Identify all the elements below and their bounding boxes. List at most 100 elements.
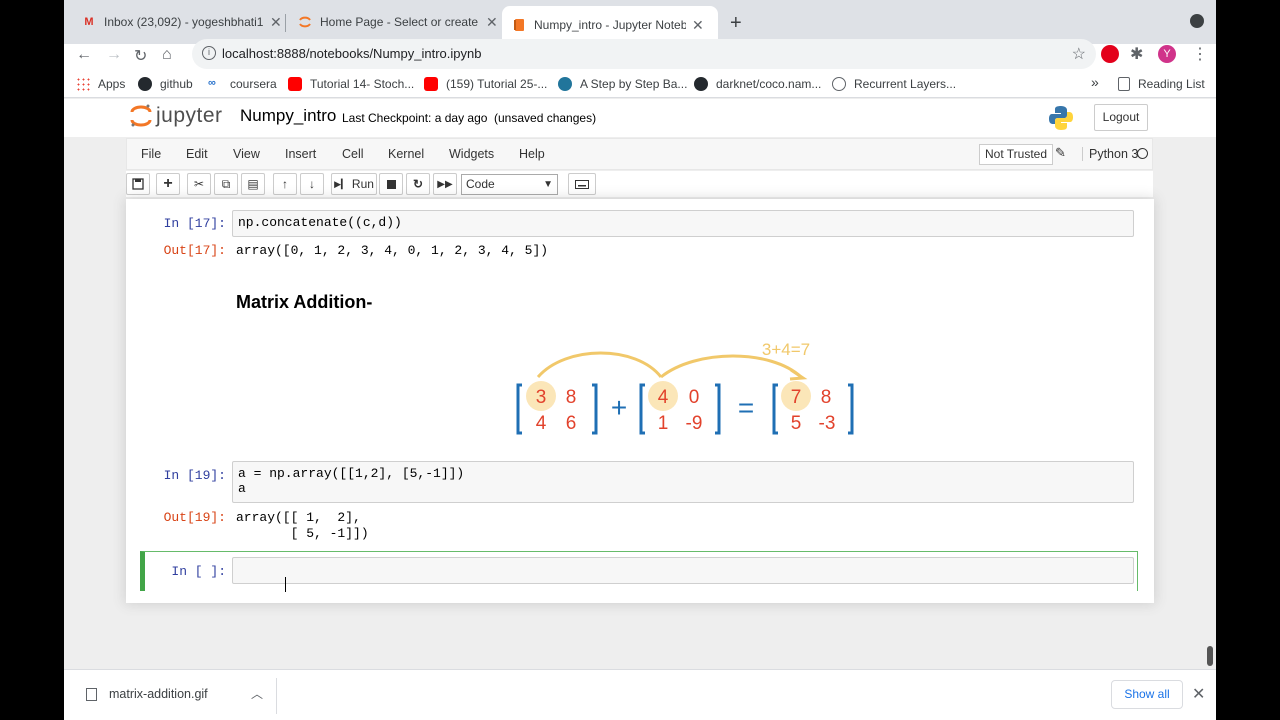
- code-cell-input[interactable]: a = np.array([[1,2], [5,-1]]) a: [232, 461, 1134, 503]
- arrowhead-icon: [789, 368, 808, 381]
- arrow-arc-right: [660, 354, 803, 379]
- bracket-right: [715, 383, 721, 435]
- address-bar[interactable]: i localhost:8888/notebooks/Numpy_intro.i…: [192, 39, 1096, 69]
- cell-type-select[interactable]: Code ▼: [461, 174, 558, 195]
- close-icon[interactable]: ✕: [1192, 684, 1205, 704]
- reading-list-button[interactable]: Reading List: [1118, 77, 1205, 91]
- restart-icon[interactable]: ↻: [406, 173, 430, 195]
- matrix-value: 6: [566, 413, 577, 434]
- bookmark-darknet[interactable]: darknet/coco.nam...: [694, 77, 821, 91]
- chevron-down-icon: ▼: [543, 179, 553, 190]
- menu-insert[interactable]: Insert: [285, 147, 316, 161]
- extensions-puzzle-icon[interactable]: ✱: [1130, 44, 1143, 64]
- menu-file[interactable]: File: [141, 147, 161, 161]
- bookmark-recurrent-layers[interactable]: Recurrent Layers...: [832, 77, 956, 91]
- autosave-status: (unsaved changes): [494, 111, 597, 125]
- jupyter-header: jupyter Numpy_intro Last Checkpoint: a d…: [64, 99, 1216, 137]
- matrix-value: 3: [536, 387, 547, 408]
- tab-title: Home Page - Select or create a: [320, 15, 480, 29]
- github-icon: [694, 77, 708, 91]
- matrix-value: 5: [791, 413, 802, 434]
- kernel-idle-icon: [1137, 148, 1148, 159]
- menubar: File Edit View Insert Cell Kernel Widget…: [126, 138, 1153, 170]
- download-item[interactable]: matrix-addition.gif: [86, 687, 208, 701]
- move-down-icon[interactable]: ↓: [300, 173, 324, 195]
- tab-jupyter-home[interactable]: Home Page - Select or create a ✕: [288, 8, 508, 36]
- tab-title: Numpy_intro - Jupyter Noteboo: [534, 18, 686, 32]
- fast-forward-icon[interactable]: ▶▶: [433, 173, 457, 195]
- menu-help[interactable]: Help: [519, 147, 545, 161]
- cell-output: array([0, 1, 2, 3, 4, 0, 1, 2, 3, 4, 5]): [236, 243, 549, 258]
- opera-extension-icon[interactable]: [1101, 45, 1119, 63]
- bracket-left: [516, 383, 522, 435]
- matrix-value: 4: [658, 387, 669, 408]
- notebook-name[interactable]: Numpy_intro: [240, 106, 336, 126]
- equals-operator: =: [738, 392, 754, 423]
- cell-output: array([[ 1, 2], [ 5, -1]]): [236, 510, 369, 541]
- logout-button[interactable]: Logout: [1094, 104, 1148, 131]
- matrix-value: 1: [658, 413, 669, 434]
- move-up-icon[interactable]: ↑: [273, 173, 297, 195]
- home-icon[interactable]: ⌂: [162, 46, 172, 64]
- bookmark-coursera[interactable]: ∞ coursera: [208, 77, 277, 91]
- close-icon[interactable]: ✕: [692, 17, 704, 34]
- add-cell-icon[interactable]: +: [156, 173, 180, 195]
- save-icon[interactable]: [126, 173, 150, 195]
- menu-edit[interactable]: Edit: [186, 147, 208, 161]
- chevron-up-icon[interactable]: ︿: [251, 685, 263, 702]
- show-all-button[interactable]: Show all: [1111, 680, 1183, 709]
- tab-gmail[interactable]: M Inbox (23,092) - yogeshbhati1 ✕: [72, 8, 292, 36]
- empty-code-cell-input[interactable]: [232, 557, 1134, 592]
- url-text[interactable]: localhost:8888/notebooks/Numpy_intro.ipy…: [222, 46, 481, 61]
- input-prompt: In [19]:: [163, 468, 226, 483]
- jupyter-logo[interactable]: jupyter: [130, 103, 223, 129]
- bookmark-tutorial-25[interactable]: (159) Tutorial 25-...: [424, 77, 547, 91]
- bookmark-apps[interactable]: Apps: [76, 77, 125, 91]
- scrollbar-thumb[interactable]: [1207, 646, 1213, 666]
- markdown-heading: Matrix Addition-: [236, 292, 373, 312]
- tab-strip: M Inbox (23,092) - yogeshbhati1 ✕ Home P…: [64, 0, 1216, 44]
- menu-widgets[interactable]: Widgets: [449, 147, 494, 161]
- menu-cell[interactable]: Cell: [342, 147, 364, 161]
- back-icon[interactable]: ←: [76, 46, 92, 64]
- trust-indicator[interactable]: Not Trusted: [979, 144, 1054, 165]
- jupyter-logo-icon: [130, 104, 152, 127]
- forward-icon[interactable]: →: [106, 46, 122, 64]
- keyboard-icon[interactable]: [568, 173, 596, 195]
- code-cell-input[interactable]: np.concatenate((c,d)): [232, 210, 1134, 237]
- bookmark-star-icon[interactable]: ☆: [1072, 44, 1086, 64]
- matrix-addition-figure: 3+4=7 + = 3 8 4 6 4 0 1 -9 7 8 5 -3: [516, 340, 854, 435]
- download-bar: matrix-addition.gif ︿ Show all ✕: [64, 669, 1216, 720]
- browser-menu-icon[interactable]: ⋮: [1192, 44, 1208, 64]
- site-info-icon[interactable]: i: [202, 46, 216, 60]
- gmail-icon: M: [84, 16, 94, 28]
- wordpress-icon: [558, 77, 572, 91]
- menu-kernel[interactable]: Kernel: [388, 147, 424, 161]
- tab-search-icon[interactable]: [1190, 14, 1204, 28]
- run-icon: ▶▎: [334, 178, 348, 189]
- tab-divider: [285, 14, 286, 32]
- stop-icon[interactable]: [379, 173, 403, 195]
- matrix-value: 0: [689, 387, 700, 408]
- menu-view[interactable]: View: [233, 147, 260, 161]
- bookmarks-overflow-icon[interactable]: »: [1091, 74, 1099, 90]
- new-tab-button[interactable]: +: [730, 12, 742, 35]
- edit-pencil-icon[interactable]: ✎: [1055, 145, 1066, 161]
- jupyter-icon: [298, 15, 312, 29]
- bracket-right: [848, 383, 854, 435]
- notebook-container: In [17]: np.concatenate((c,d)) Out[17]: …: [126, 199, 1154, 603]
- profile-avatar[interactable]: Y: [1158, 45, 1176, 63]
- bookmark-github[interactable]: github: [138, 77, 193, 91]
- bookmark-tutorial-14[interactable]: Tutorial 14- Stoch...: [288, 77, 414, 91]
- matrix-value: -9: [686, 413, 703, 434]
- copy-icon[interactable]: ⧉: [214, 173, 238, 195]
- tab-title: Inbox (23,092) - yogeshbhati1: [104, 15, 264, 29]
- cut-icon[interactable]: ✂: [187, 173, 211, 195]
- run-button[interactable]: ▶▎ Run: [331, 173, 377, 195]
- close-icon[interactable]: ✕: [486, 14, 498, 31]
- paste-icon[interactable]: ▤: [241, 173, 265, 195]
- bookmark-step-by-step[interactable]: A Step by Step Ba...: [558, 77, 687, 91]
- close-icon[interactable]: ✕: [270, 14, 282, 31]
- reload-icon[interactable]: ↻: [134, 46, 147, 66]
- sum-annotation: 3+4=7: [762, 340, 810, 359]
